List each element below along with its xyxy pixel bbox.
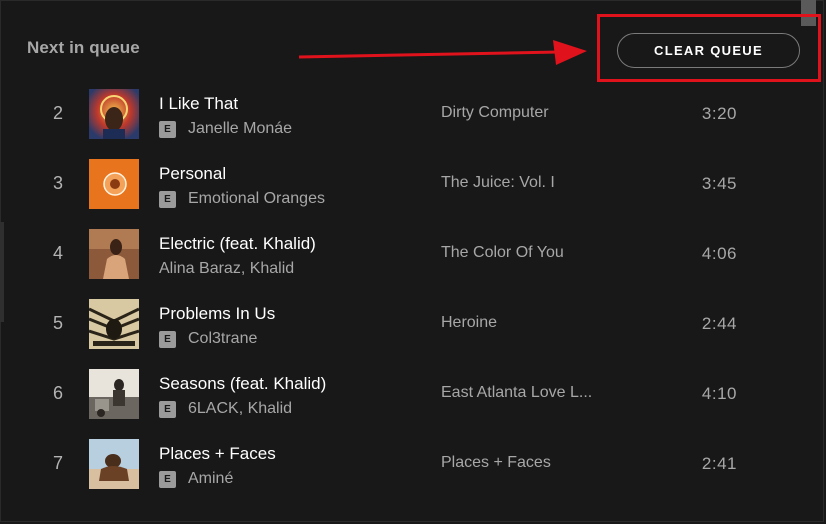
track-album[interactable]: Places + Faces <box>441 454 616 472</box>
explicit-badge: E <box>159 330 176 348</box>
album-cover-image <box>89 229 139 279</box>
track-artist-line: E 6LACK, Khalid <box>159 400 292 418</box>
album-cover-image <box>89 369 139 419</box>
explicit-badge: E <box>159 120 176 138</box>
track-artist-line: E Aminé <box>159 470 233 488</box>
track-artist-line: E Col3trane <box>159 330 257 348</box>
track-artist[interactable]: Emotional Oranges <box>188 190 325 208</box>
track-artist-line: E Emotional Oranges <box>159 190 325 208</box>
track-duration: 3:45 <box>701 174 737 193</box>
album-cover-image <box>89 89 139 139</box>
track-number: 2 <box>52 103 63 123</box>
track-number: 5 <box>52 313 63 333</box>
track-artist[interactable]: Col3trane <box>188 330 257 348</box>
track-artist-line: E Janelle Monáe <box>159 120 292 138</box>
track-title[interactable]: Seasons (feat. Khalid) <box>159 374 326 394</box>
track-row[interactable]: 5 Problems In Us E Col3trane Heroine 2:4… <box>0 289 800 359</box>
album-cover-image <box>89 439 139 489</box>
track-duration: 2:41 <box>701 454 737 473</box>
track-row[interactable]: 6 Seasons (feat. Khalid) E 6LACK, Khalid… <box>0 359 800 429</box>
track-number: 6 <box>52 383 63 403</box>
track-album[interactable]: East Atlanta Love L... <box>441 384 616 402</box>
track-row[interactable]: 3 Personal E Emotional Oranges The Juice… <box>0 149 800 219</box>
album-cover-image <box>89 159 139 209</box>
explicit-badge: E <box>159 190 176 208</box>
track-title[interactable]: Problems In Us <box>159 304 275 324</box>
explicit-badge: E <box>159 470 176 488</box>
track-title[interactable]: I Like That <box>159 94 238 114</box>
track-artist[interactable]: Janelle Monáe <box>188 120 292 138</box>
track-album[interactable]: The Juice: Vol. I <box>441 174 616 192</box>
explicit-badge: E <box>159 400 176 418</box>
track-row[interactable]: 4 Electric (feat. Khalid) Alina Baraz, K… <box>0 219 800 289</box>
annotation-arrow-icon <box>298 40 587 65</box>
track-number: 4 <box>52 243 63 263</box>
track-artist[interactable]: Aminé <box>188 470 233 488</box>
album-cover-image <box>89 299 139 349</box>
track-title[interactable]: Personal <box>159 164 226 184</box>
track-duration: 4:06 <box>701 244 737 263</box>
queue-title: Next in queue <box>27 38 140 57</box>
track-duration: 2:44 <box>701 314 737 333</box>
track-title[interactable]: Places + Faces <box>159 444 276 464</box>
track-number: 7 <box>52 453 63 473</box>
track-row[interactable]: 7 Places + Faces E Aminé Places + Faces … <box>0 429 800 499</box>
track-artist-line: Alina Baraz, Khalid <box>159 260 294 278</box>
track-artist[interactable]: 6LACK, Khalid <box>188 400 292 418</box>
track-album[interactable]: Dirty Computer <box>441 104 616 122</box>
track-artist[interactable]: Alina Baraz, Khalid <box>159 260 294 278</box>
clear-queue-button[interactable]: CLEAR QUEUE <box>617 33 800 68</box>
track-album[interactable]: Heroine <box>441 314 616 332</box>
track-title[interactable]: Electric (feat. Khalid) <box>159 234 316 254</box>
track-row[interactable]: 2 I Like That E Janelle Monáe Dirty Comp… <box>0 79 800 149</box>
queue-track-list: 2 I Like That E Janelle Monáe Dirty Comp… <box>0 79 800 499</box>
track-number: 3 <box>52 173 63 193</box>
track-duration: 4:10 <box>701 384 737 403</box>
track-duration: 3:20 <box>701 104 737 123</box>
track-album[interactable]: The Color Of You <box>441 244 616 262</box>
